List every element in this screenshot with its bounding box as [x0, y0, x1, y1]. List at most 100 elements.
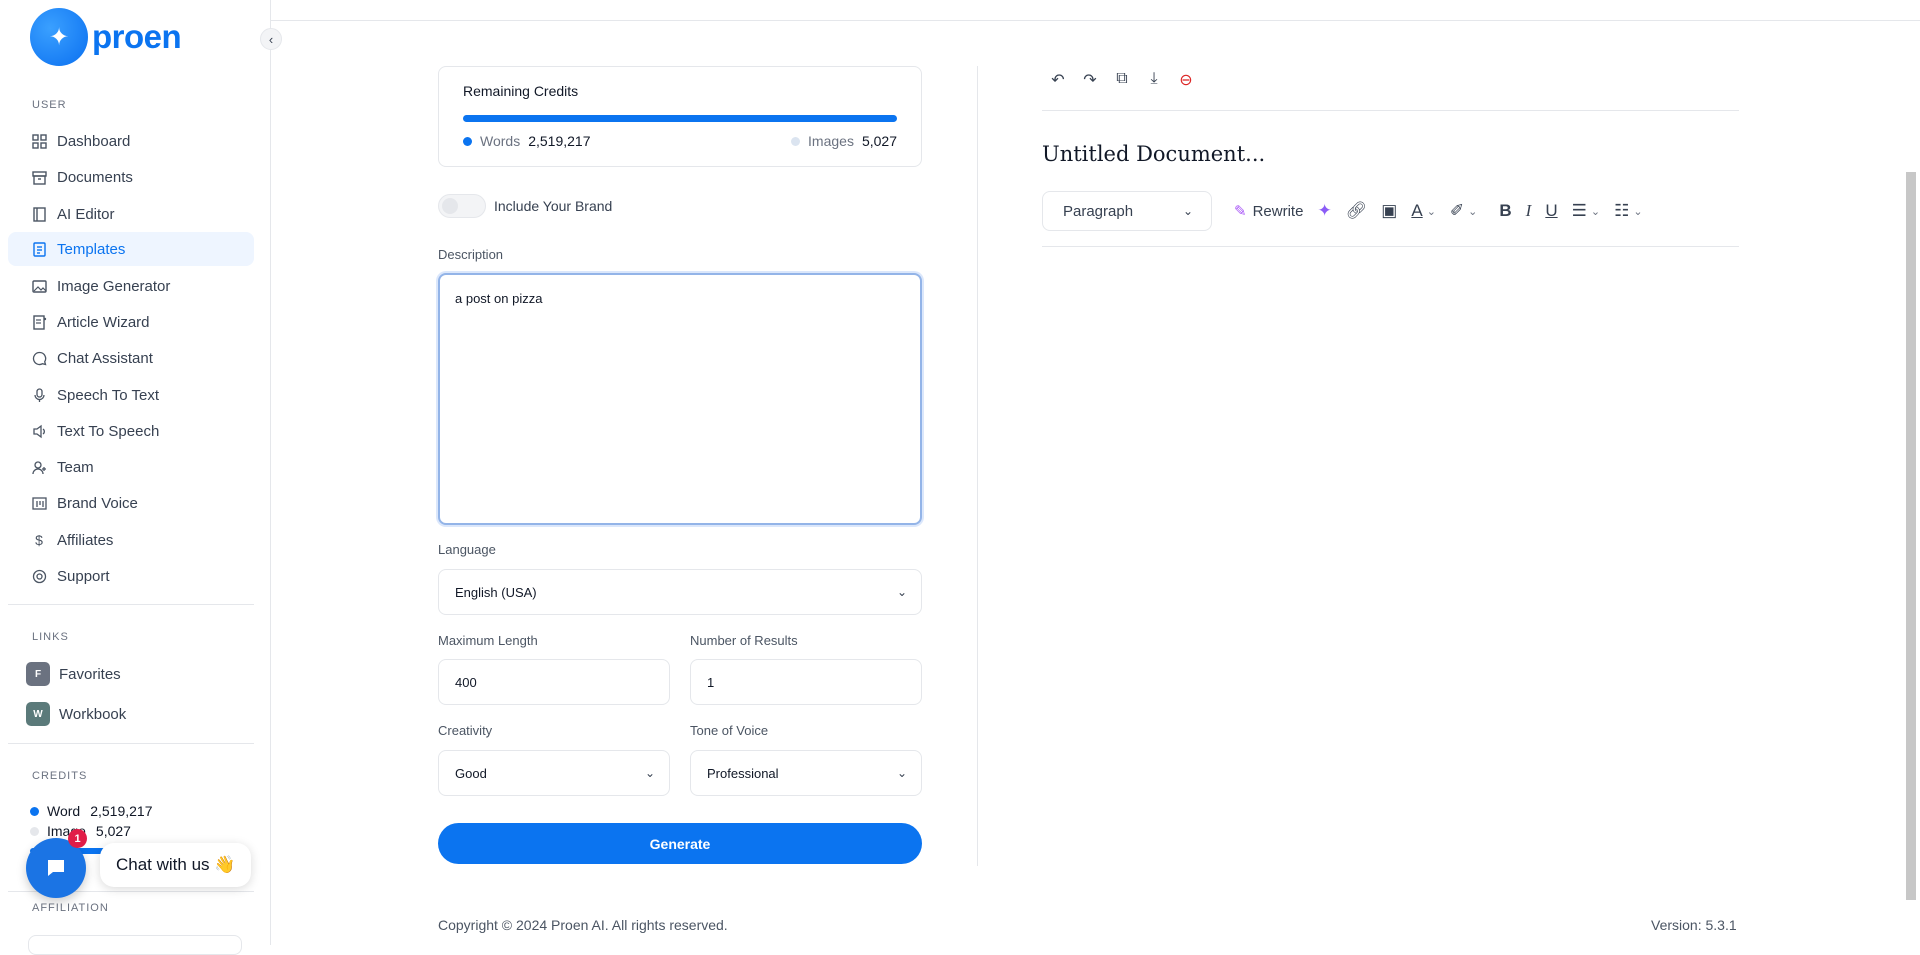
link-favorites[interactable]: F Favorites: [26, 662, 121, 686]
editor-icon: [30, 205, 48, 223]
images-value: 5,027: [861, 133, 897, 149]
sidebar-item-ai-editor[interactable]: AI Editor: [8, 197, 254, 231]
workbook-badge: W: [26, 702, 50, 726]
sidebar-item-label: Dashboard: [57, 132, 131, 150]
sidebar-item-label: Templates: [57, 240, 126, 258]
divider: [8, 604, 254, 605]
ai-sparkle-icon[interactable]: ✦: [1317, 201, 1331, 221]
text-color-icon: A: [1411, 201, 1423, 220]
insert-image-icon[interactable]: ▣: [1381, 201, 1397, 221]
images-label: Images: [808, 133, 854, 149]
language-select[interactable]: English (USA) ⌄: [438, 569, 922, 615]
user-section-label: USER: [32, 99, 67, 111]
language-value: English (USA): [455, 584, 537, 600]
delete-icon[interactable]: ⊖: [1176, 70, 1196, 90]
undo-icon[interactable]: ↶: [1048, 70, 1068, 90]
editor-top-toolbar: ↶ ↷ ⧉ ⤓ ⊖: [1048, 70, 1196, 90]
creativity-label: Creativity: [438, 723, 493, 738]
template-icon: [30, 240, 48, 258]
link-icon[interactable]: 🔗︎: [1346, 201, 1368, 221]
sidebar-item-support[interactable]: Support: [8, 559, 254, 593]
sidebar-item-documents[interactable]: Documents: [8, 160, 254, 194]
language-label: Language: [438, 542, 496, 557]
document-title[interactable]: Untitled Document...: [1042, 142, 1265, 166]
sidebar-item-label: Image Generator: [57, 277, 171, 295]
sidebar-item-brand-voice[interactable]: Brand Voice: [8, 486, 254, 520]
credits-progress-bar: [463, 115, 897, 122]
paragraph-select[interactable]: Paragraph ⌄: [1042, 191, 1212, 231]
download-icon[interactable]: ⤓: [1144, 70, 1164, 90]
brand-icon: [30, 494, 48, 512]
affiliation-box[interactable]: [28, 935, 242, 955]
text-color-button[interactable]: A ⌄: [1411, 201, 1436, 221]
vertical-divider: [977, 66, 978, 866]
results-input[interactable]: 1: [690, 659, 922, 705]
card-words: Words 2,519,217: [463, 133, 591, 149]
rewrite-button[interactable]: ✎ Rewrite: [1234, 202, 1303, 221]
article-icon: [30, 313, 48, 331]
card-title: Remaining Credits: [463, 83, 579, 99]
version-text: Version: 5.3.1: [1651, 917, 1737, 933]
collapse-sidebar-button[interactable]: ‹: [260, 28, 282, 50]
italic-icon[interactable]: I: [1526, 201, 1532, 221]
numbered-list-button[interactable]: ☷ ⌄: [1614, 201, 1642, 221]
sidebar-item-article-wizard[interactable]: Article Wizard: [8, 305, 254, 339]
chat-with-us-label[interactable]: Chat with us 👋: [100, 843, 252, 887]
credit-image-value: 5,027: [95, 823, 131, 839]
favorites-badge: F: [26, 662, 50, 686]
highlight-button[interactable]: ✐ ⌄: [1450, 201, 1477, 221]
numbered-list-icon: ☷: [1614, 201, 1630, 220]
dollar-icon: $: [35, 532, 43, 548]
description-textarea[interactable]: a post on pizza: [438, 273, 922, 525]
max-length-label: Maximum Length: [438, 633, 538, 648]
page-scrollbar[interactable]: [1906, 172, 1916, 900]
sidebar-item-image-generator[interactable]: Image Generator: [8, 269, 254, 303]
credit-word-row: Word 2,519,217: [30, 803, 153, 819]
sidebar-item-affiliates[interactable]: $ Affiliates: [8, 523, 254, 557]
sidebar-item-label: Support: [57, 567, 110, 585]
bold-icon[interactable]: B: [1499, 201, 1511, 221]
sidebar-item-speech-to-text[interactable]: Speech To Text: [8, 378, 254, 412]
chevron-down-icon: ⌄: [1468, 205, 1478, 218]
sidebar-item-label: Chat Assistant: [57, 349, 153, 367]
sidebar-item-templates[interactable]: Templates: [8, 232, 254, 266]
creativity-value: Good: [455, 765, 487, 781]
redo-icon[interactable]: ↷: [1080, 70, 1100, 90]
user-plus-icon: [30, 458, 48, 476]
sidebar-item-label: Speech To Text: [57, 386, 160, 404]
lifebuoy-icon: [30, 567, 48, 585]
words-label: Words: [480, 133, 521, 149]
sidebar-item-team[interactable]: Team: [8, 450, 254, 484]
archive-icon: [30, 168, 48, 186]
links-section-label: LINKS: [32, 631, 69, 643]
chevron-down-icon: ⌄: [1426, 205, 1436, 218]
sidebar-item-label: Documents: [57, 168, 133, 186]
tone-select[interactable]: Professional ⌄: [690, 750, 922, 796]
sidebar-item-dashboard[interactable]: Dashboard: [8, 124, 254, 158]
sidebar: ✦ proen USER Dashboard Documents AI Edit…: [0, 0, 271, 955]
link-workbook[interactable]: W Workbook: [26, 702, 126, 726]
generate-button[interactable]: Generate: [438, 823, 922, 864]
results-label: Number of Results: [690, 633, 798, 648]
include-brand-toggle[interactable]: [438, 194, 486, 218]
image-dot-icon: [30, 826, 39, 836]
microphone-icon: [30, 386, 48, 404]
bullet-list-button[interactable]: ☰ ⌄: [1572, 201, 1600, 221]
creativity-select[interactable]: Good ⌄: [438, 750, 670, 796]
include-brand-row[interactable]: Include Your Brand: [438, 194, 612, 218]
copy-icon[interactable]: ⧉: [1112, 70, 1132, 90]
sidebar-item-text-to-speech[interactable]: Text To Speech: [8, 414, 254, 448]
sidebar-item-label: Team: [57, 458, 94, 476]
affiliation-section-label: AFFILIATION: [32, 902, 109, 914]
logo[interactable]: ✦ proen: [30, 8, 182, 66]
speaker-icon: [30, 422, 48, 440]
words-value: 2,519,217: [528, 133, 591, 149]
link-label: Workbook: [59, 705, 127, 723]
credit-word-label: Word: [47, 803, 81, 819]
sidebar-item-chat-assistant[interactable]: Chat Assistant: [8, 341, 254, 375]
max-length-input[interactable]: 400: [438, 659, 670, 705]
chat-notification-badge: 1: [68, 829, 87, 848]
bullet-list-icon: ☰: [1571, 201, 1587, 220]
underline-icon[interactable]: U: [1545, 201, 1557, 221]
credits-section-label: CREDITS: [32, 770, 88, 782]
